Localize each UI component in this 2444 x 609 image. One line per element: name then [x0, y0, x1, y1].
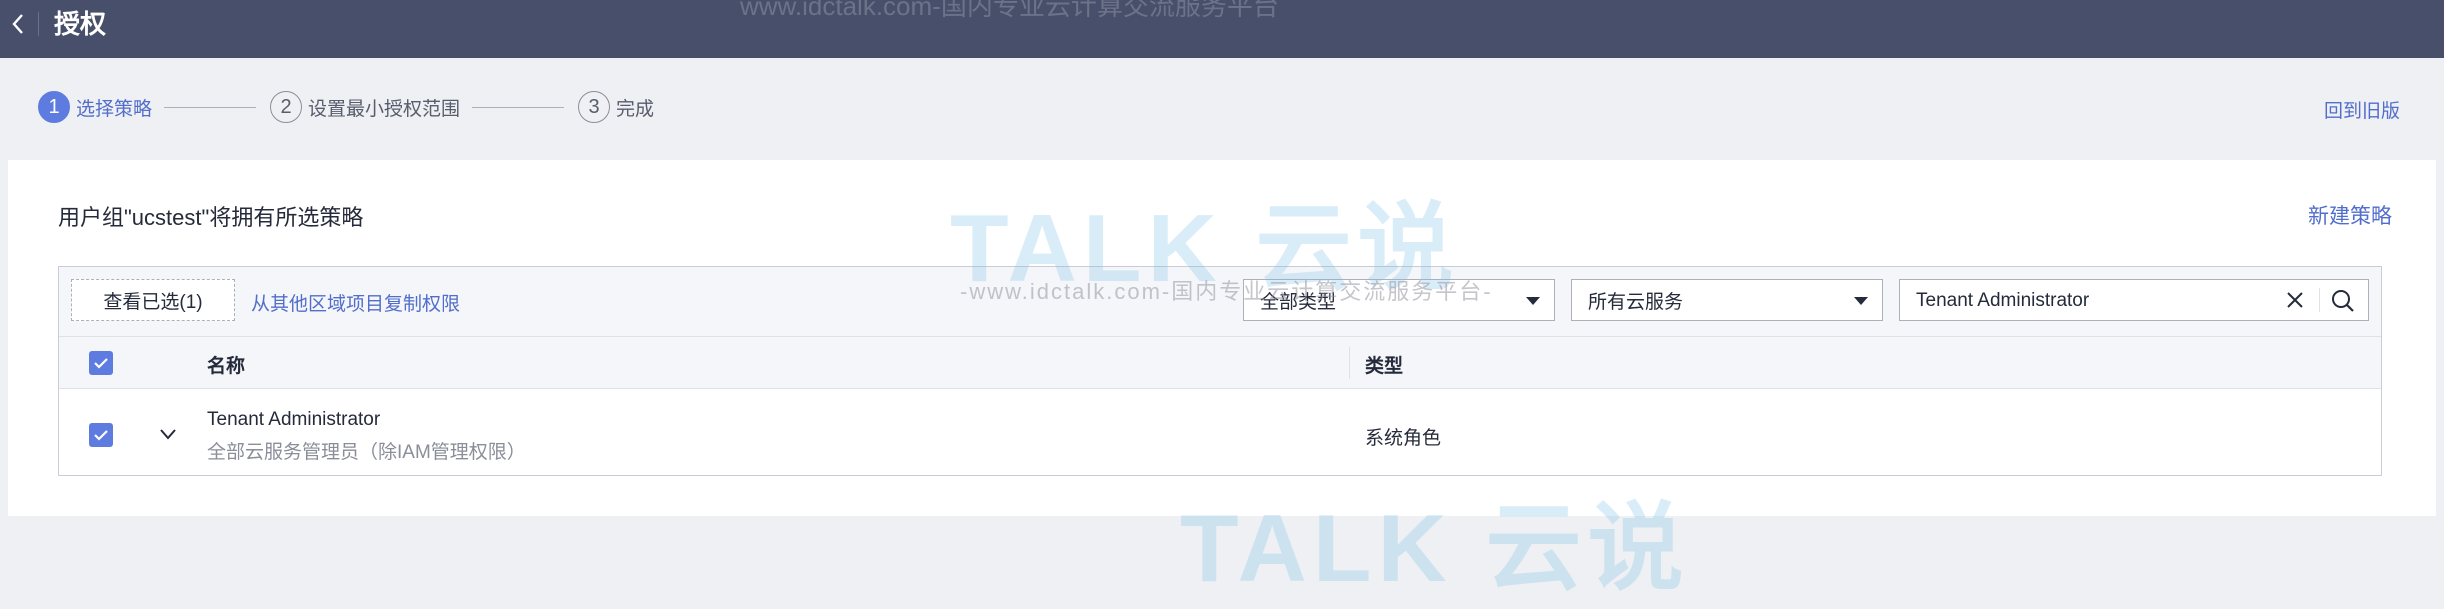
policy-card: 用户组"ucstest"将拥有所选策略 新建策略 查看已选(1) 从其他区域项目… — [8, 160, 2436, 516]
check-icon — [94, 430, 108, 441]
caret-down-icon — [1526, 297, 1540, 305]
step-2-circle: 2 — [270, 91, 303, 123]
column-type-header: 类型 — [1365, 356, 1404, 377]
copy-permissions-link[interactable]: 从其他区域项目复制权限 — [251, 289, 460, 316]
card-title: 用户组"ucstest"将拥有所选策略 — [58, 205, 364, 230]
policy-table-panel: 查看已选(1) 从其他区域项目复制权限 全部类型 所有云服务 Tenant Ad… — [58, 266, 2382, 476]
back-button[interactable] — [6, 10, 30, 38]
step-3-label: 完成 — [616, 98, 655, 120]
table-toolbar: 查看已选(1) 从其他区域项目复制权限 全部类型 所有云服务 Tenant Ad… — [59, 267, 2381, 337]
type-filter-value: 全部类型 — [1260, 291, 1337, 313]
stepper: 1 选择策略 2 设置最小授权范围 3 完成 — [38, 90, 654, 124]
policy-type: 系统角色 — [1365, 428, 1442, 449]
step-connector — [164, 106, 257, 108]
step-1-circle: 1 — [38, 91, 70, 123]
step-connector — [472, 106, 565, 108]
table-row[interactable]: Tenant Administrator 全部云服务管理员（除IAM管理权限） … — [59, 389, 2381, 477]
select-all-checkbox[interactable] — [89, 351, 113, 375]
table-header: 名称 类型 — [59, 337, 2381, 389]
column-divider — [1349, 347, 1350, 379]
search-divider — [2319, 288, 2320, 312]
clear-icon[interactable] — [2284, 289, 2306, 311]
row-checkbox[interactable] — [89, 423, 113, 447]
step-3-circle: 3 — [578, 91, 611, 123]
service-filter-value: 所有云服务 — [1588, 291, 1684, 313]
top-bar: 授权 — [0, 0, 2444, 58]
step-2-label: 设置最小授权范围 — [308, 98, 461, 120]
header-divider — [38, 12, 39, 36]
search-icon[interactable] — [2330, 288, 2356, 314]
step-1-label: 选择策略 — [76, 98, 153, 120]
column-name-header: 名称 — [207, 356, 246, 377]
new-policy-link[interactable]: 新建策略 — [2308, 200, 2392, 230]
type-filter-select[interactable]: 全部类型 — [1243, 279, 1555, 321]
view-selected-button[interactable]: 查看已选(1) — [71, 279, 235, 321]
policy-description: 全部云服务管理员（除IAM管理权限） — [207, 442, 526, 463]
old-version-link[interactable]: 回到旧版 — [2324, 96, 2400, 123]
chevron-left-icon — [12, 14, 23, 34]
service-filter-select[interactable]: 所有云服务 — [1571, 279, 1883, 321]
search-value: Tenant Administrator — [1916, 290, 2090, 311]
check-icon — [94, 358, 108, 369]
policy-name: Tenant Administrator — [207, 409, 381, 430]
page-title: 授权 — [54, 9, 107, 39]
caret-down-icon — [1854, 297, 1868, 305]
chevron-down-icon[interactable] — [155, 421, 181, 447]
search-input[interactable]: Tenant Administrator — [1899, 279, 2369, 321]
